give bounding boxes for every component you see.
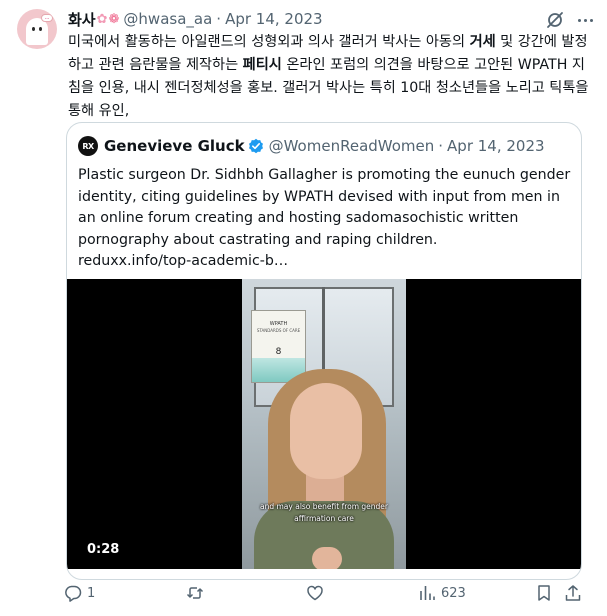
- separator-dot: ·: [438, 137, 444, 155]
- reply-count: 1: [87, 585, 96, 601]
- quoted-tweet-link[interactable]: reduxx.info/top-academic-b…: [78, 253, 288, 269]
- grok-icon[interactable]: [545, 10, 565, 30]
- tweet-date[interactable]: Apr 14, 2023: [225, 10, 323, 28]
- action-bar: 1 623: [64, 583, 594, 603]
- flower-emoji: ✿: [96, 11, 108, 27]
- quoted-tweet-header: RX Genevieve Gluck @WomenReadWomen · Apr…: [78, 136, 545, 156]
- video-frame: WPATH STANDARDS OF CARE 8: [242, 279, 406, 569]
- view-count: 623: [441, 585, 466, 601]
- bookmark-button[interactable]: [535, 583, 553, 603]
- quoted-author-avatar[interactable]: RX: [78, 136, 98, 156]
- author-handle[interactable]: @hwasa_aa: [123, 10, 212, 28]
- body-segment: 미국에서 활동하는 아일랜드의 성형외과 의사 갤러거 박사는 아동의: [68, 34, 470, 50]
- more-options-icon[interactable]: [575, 10, 595, 30]
- reply-icon: [65, 585, 82, 602]
- quoted-author-handle[interactable]: @WomenReadWomen: [269, 137, 435, 155]
- quoted-author-name[interactable]: Genevieve Gluck: [104, 137, 245, 155]
- quoted-tweet-date[interactable]: Apr 14, 2023: [447, 137, 545, 155]
- wpath-book-image: WPATH STANDARDS OF CARE 8: [251, 310, 306, 383]
- like-button[interactable]: [306, 583, 329, 603]
- book-title: WPATH: [269, 321, 288, 327]
- retweet-icon: [186, 587, 204, 599]
- video-caption: and may also benefit from gender affirma…: [260, 502, 388, 523]
- author-name[interactable]: 화사: [68, 9, 96, 30]
- person-hand: [312, 547, 342, 569]
- book-subtitle: STANDARDS OF CARE: [256, 328, 301, 333]
- ghost-avatar-image: [26, 18, 48, 45]
- quoted-tweet-text: Plastic surgeon Dr. Sidhbh Gallagher is …: [78, 167, 571, 248]
- retweet-button[interactable]: [186, 583, 209, 603]
- tweet-body: 미국에서 활동하는 아일랜드의 성형외과 의사 갤러거 박사는 아동의 거세 및…: [68, 31, 595, 123]
- avatar-eye: [39, 27, 42, 31]
- book-number: 8: [275, 347, 282, 357]
- avatar-eye: [32, 27, 35, 31]
- tweet-header: 화사 ✿ ❁ @hwasa_aa · Apr 14, 2023: [68, 9, 595, 29]
- quoted-tweet-body: Plastic surgeon Dr. Sidhbh Gallagher is …: [78, 165, 572, 273]
- views-button[interactable]: 623: [418, 583, 466, 603]
- body-segment-bold: 페티시: [242, 57, 282, 73]
- video-duration: 0:28: [87, 542, 120, 557]
- bookmark-icon: [538, 585, 550, 601]
- body-segment-bold: 거세: [469, 34, 496, 50]
- video-player[interactable]: WPATH STANDARDS OF CARE 8 and may also b…: [67, 279, 581, 569]
- flower-emoji: ❁: [108, 11, 120, 27]
- avatar-speech-bubble: ...: [41, 14, 53, 22]
- person-face: [290, 383, 362, 479]
- quoted-tweet[interactable]: RX Genevieve Gluck @WomenReadWomen · Apr…: [66, 122, 582, 580]
- heart-icon: [307, 585, 323, 601]
- views-icon: [420, 586, 435, 600]
- verified-badge-icon: [248, 138, 263, 154]
- reply-button[interactable]: 1: [64, 583, 95, 603]
- share-button[interactable]: [564, 583, 582, 603]
- share-icon: [565, 585, 581, 601]
- separator-dot: ·: [216, 10, 222, 28]
- author-avatar[interactable]: ...: [17, 9, 57, 49]
